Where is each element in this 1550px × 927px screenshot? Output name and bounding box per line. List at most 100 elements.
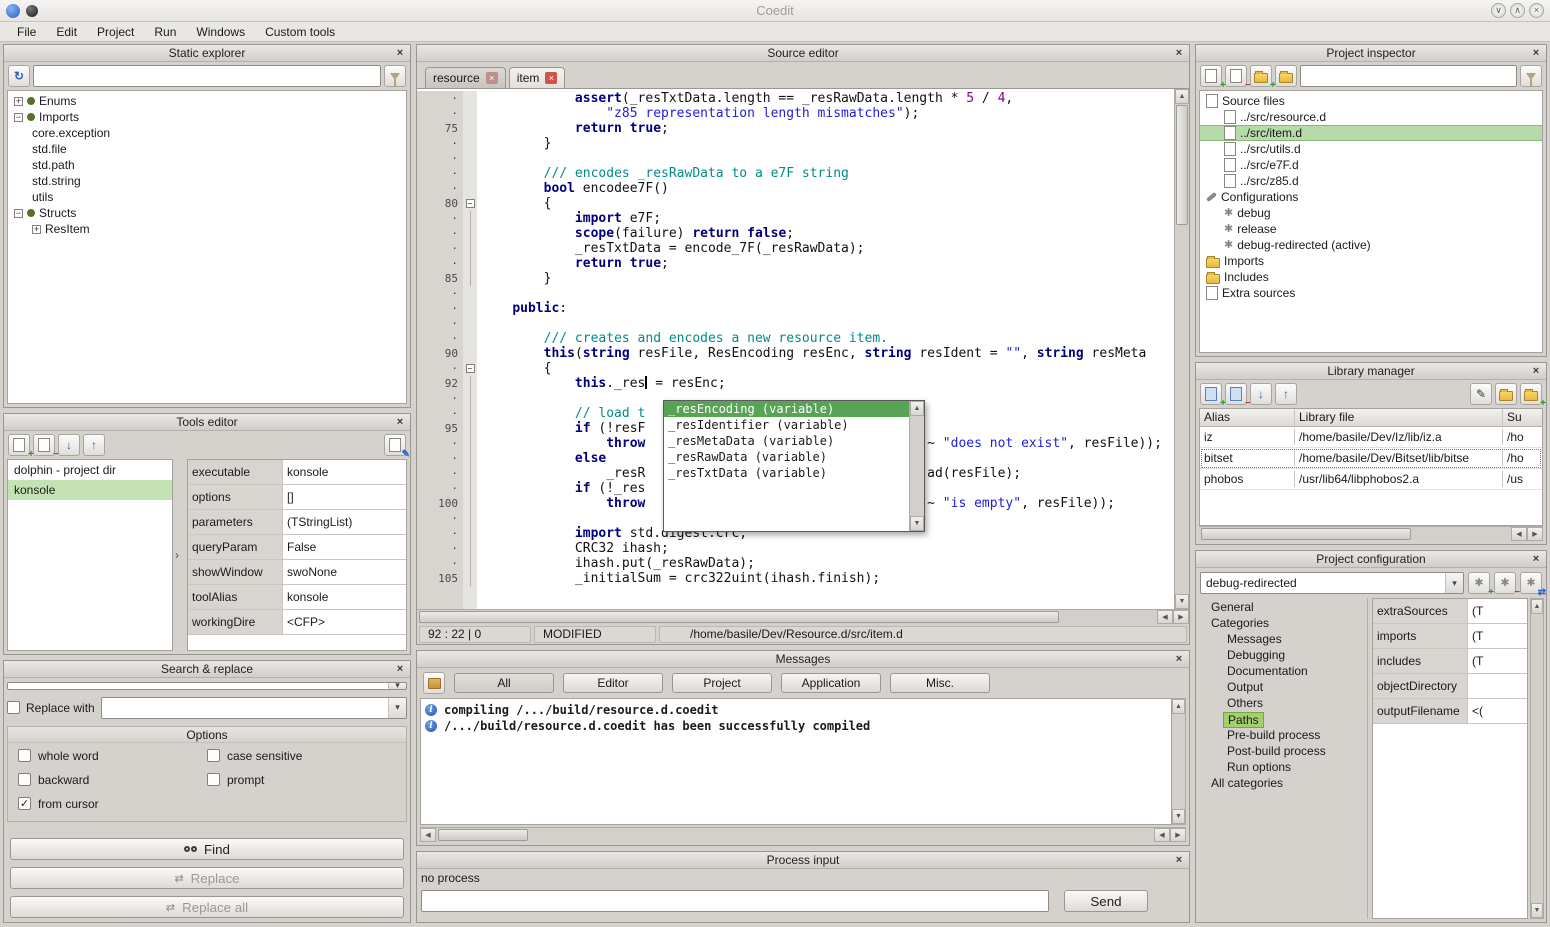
move-library-down-button[interactable]: ↓ xyxy=(1250,383,1272,405)
close-panel-icon[interactable]: × xyxy=(1529,552,1543,566)
property-row[interactable]: objectDirectory xyxy=(1373,674,1527,699)
scroll-left-icon[interactable]: ◀ xyxy=(420,828,436,842)
edit-library-button[interactable]: ✎ xyxy=(1470,383,1492,405)
column-header-library-file[interactable]: Library file xyxy=(1295,409,1503,426)
code-line[interactable]: · xyxy=(417,316,1174,331)
menu-item-project[interactable]: Project xyxy=(88,23,143,41)
checkbox-icon[interactable] xyxy=(18,773,31,786)
tool-list-item[interactable]: dolphin - project dir xyxy=(8,460,172,480)
tree-item[interactable]: ../src/resource.d xyxy=(1200,109,1542,125)
menu-item-edit[interactable]: Edit xyxy=(47,23,86,41)
tree-item[interactable]: utils xyxy=(8,189,406,205)
property-value[interactable]: (T xyxy=(1468,649,1527,673)
move-library-up-button[interactable]: ↑ xyxy=(1275,383,1297,405)
inspector-search-input[interactable] xyxy=(1300,65,1517,87)
property-value[interactable]: False xyxy=(283,535,406,559)
property-row[interactable]: includes(T xyxy=(1373,649,1527,674)
checkbox-icon[interactable] xyxy=(18,749,31,762)
code-line[interactable]: · scope(failure) return false; xyxy=(417,226,1174,241)
property-row[interactable]: executablekonsole xyxy=(188,460,406,485)
code-line[interactable]: 90 this(string resFile, ResEncoding resE… xyxy=(417,346,1174,361)
send-button[interactable]: Send xyxy=(1064,890,1148,912)
config-vscrollbar[interactable]: ▲ ▼ xyxy=(1530,598,1544,919)
code-line[interactable]: · _resTxtData = encode_7F(_resRawData); xyxy=(417,241,1174,256)
close-tab-icon[interactable]: × xyxy=(486,72,498,84)
category-categories[interactable]: Categories xyxy=(1199,616,1367,632)
code-line[interactable]: · xyxy=(417,151,1174,166)
code-line[interactable]: · /// encodes _resRawData to a e7F strin… xyxy=(417,166,1174,181)
vscroll-thumb[interactable] xyxy=(1176,105,1188,225)
scroll-up-icon[interactable]: ▲ xyxy=(1531,599,1543,614)
chevron-down-icon[interactable]: ▾ xyxy=(388,698,406,718)
property-value[interactable]: konsole xyxy=(283,460,406,484)
category-output[interactable]: Output xyxy=(1199,680,1367,696)
move-tool-down-button[interactable]: ↓ xyxy=(58,434,80,456)
code-line[interactable]: 80− { xyxy=(417,196,1174,211)
folder-options-button[interactable] xyxy=(1275,65,1297,87)
tree-item[interactable]: std.path xyxy=(8,157,406,173)
clear-messages-button[interactable] xyxy=(423,672,445,694)
tree-item[interactable]: std.string xyxy=(8,173,406,189)
library-row[interactable]: phobos/usr/lib64/libphobos2.a/us xyxy=(1200,469,1542,490)
code-line[interactable]: · public: xyxy=(417,301,1174,316)
scroll-down-icon[interactable]: ▼ xyxy=(1531,903,1543,918)
checkbox-icon[interactable] xyxy=(207,773,220,786)
menu-item-custom-tools[interactable]: Custom tools xyxy=(256,23,344,41)
category-messages[interactable]: Messages xyxy=(1199,632,1367,648)
fold-cell[interactable]: − xyxy=(463,196,477,211)
tree-item[interactable]: Configurations xyxy=(1200,189,1542,205)
scroll-right-icon[interactable]: ▶ xyxy=(1173,610,1189,624)
chevron-down-icon[interactable]: ▾ xyxy=(1445,573,1463,593)
scroll-left-icon[interactable]: ◀ xyxy=(1511,527,1527,541)
property-value[interactable]: <CFP> xyxy=(283,610,406,634)
property-value[interactable]: swoNone xyxy=(283,560,406,584)
replace-with-checkbox[interactable] xyxy=(7,701,20,714)
property-row[interactable]: imports(T xyxy=(1373,624,1527,649)
property-row[interactable]: parameters(TStringList) xyxy=(188,510,406,535)
checkbox-icon[interactable]: ✓ xyxy=(18,797,31,810)
property-value[interactable]: (TStringList) xyxy=(283,510,406,534)
remove-configuration-button[interactable]: ✱− xyxy=(1494,572,1516,594)
filter-button[interactable] xyxy=(384,65,406,87)
library-from-folder-button[interactable] xyxy=(1495,383,1517,405)
property-value[interactable]: konsole xyxy=(283,585,406,609)
tree-item[interactable]: ../src/item.d xyxy=(1200,125,1542,141)
completion-scrollbar[interactable]: ▲ ▼ xyxy=(909,401,924,531)
option-from-cursor[interactable]: ✓from cursor xyxy=(18,797,207,811)
tree-item[interactable]: Imports xyxy=(1200,253,1542,269)
hscroll-thumb[interactable] xyxy=(419,611,1059,623)
tree-item[interactable]: ../src/e7F.d xyxy=(1200,157,1542,173)
property-row[interactable]: workingDire<CFP> xyxy=(188,610,406,635)
menu-item-windows[interactable]: Windows xyxy=(187,23,254,41)
property-value[interactable]: [] xyxy=(283,485,406,509)
library-row[interactable]: bitset/home/basile/Dev/Bitset/lib/bitse/… xyxy=(1200,448,1542,469)
remove-library-button[interactable]: − xyxy=(1225,383,1247,405)
property-value[interactable]: <( xyxy=(1468,699,1527,723)
code-line[interactable]: 85 } xyxy=(417,271,1174,286)
add-folder-button[interactable]: + xyxy=(1250,65,1272,87)
scroll-up-icon[interactable]: ▲ xyxy=(1172,699,1185,714)
code-line[interactable]: · bool encodee7F() xyxy=(417,181,1174,196)
close-panel-icon[interactable]: × xyxy=(393,46,407,60)
configuration-combobox[interactable]: debug-redirected ▾ xyxy=(1200,572,1464,594)
code-line[interactable]: · "z85 representation length mismatches"… xyxy=(417,106,1174,121)
option-prompt[interactable]: prompt xyxy=(207,773,396,787)
tree-item[interactable]: Includes xyxy=(1200,269,1542,285)
code-line[interactable]: · return true; xyxy=(417,256,1174,271)
library-row[interactable]: iz/home/basile/Dev/Iz/lib/iz.a/ho xyxy=(1200,427,1542,448)
add-library-button[interactable]: + xyxy=(1200,383,1222,405)
tree-item[interactable]: −Imports xyxy=(8,109,406,125)
column-header-sources[interactable]: Su xyxy=(1503,409,1542,426)
category-paths[interactable]: Paths xyxy=(1199,712,1367,728)
messages-vscrollbar[interactable]: ▲ ▼ xyxy=(1172,698,1186,825)
column-header-alias[interactable]: Alias xyxy=(1200,409,1295,426)
remove-tool-button[interactable]: − xyxy=(33,434,55,456)
code-line[interactable]: · } xyxy=(417,136,1174,151)
chevron-down-icon[interactable]: ▾ xyxy=(388,683,406,689)
hscroll-thumb[interactable] xyxy=(438,829,528,841)
property-row[interactable]: showWindowswoNone xyxy=(188,560,406,585)
code-line[interactable]: 75 return true; xyxy=(417,121,1174,136)
tree-item[interactable]: +ResItem xyxy=(8,221,406,237)
property-row[interactable]: outputFilename<( xyxy=(1373,699,1527,724)
close-panel-icon[interactable]: × xyxy=(393,415,407,429)
